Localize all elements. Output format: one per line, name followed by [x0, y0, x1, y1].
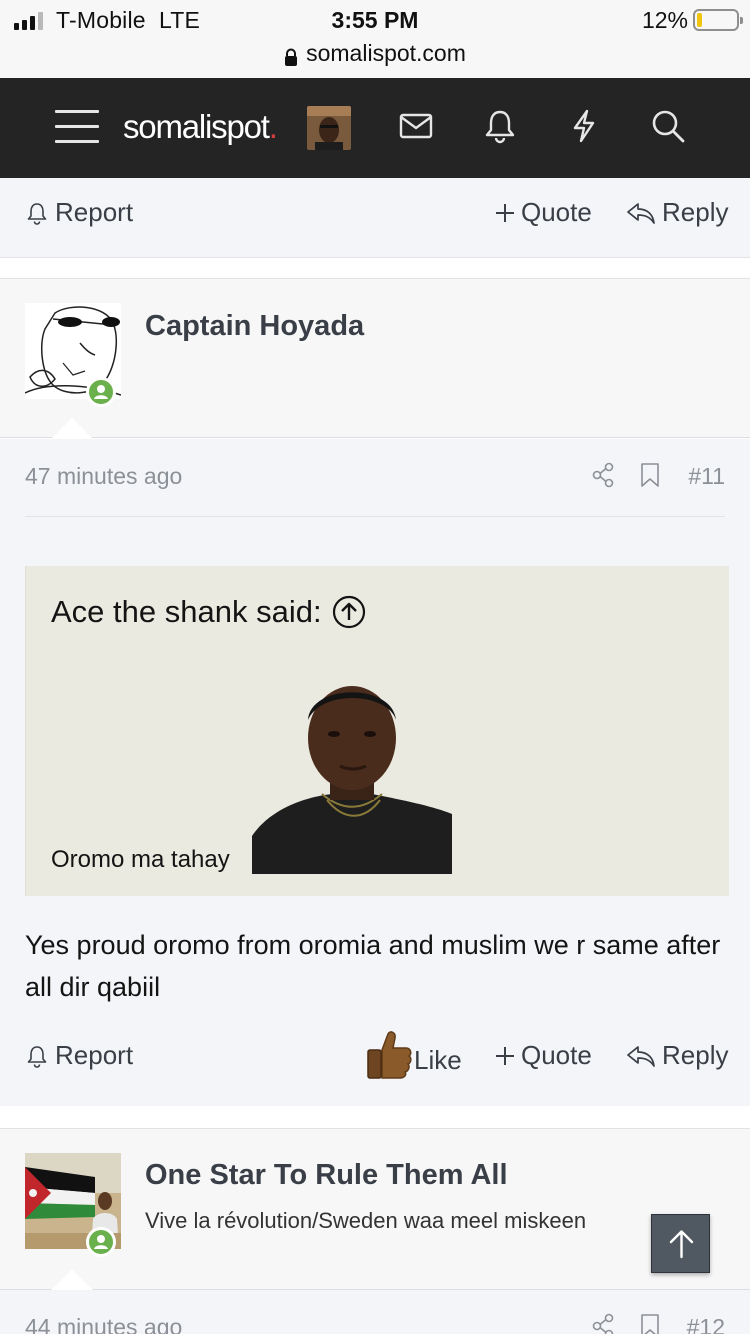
post-timestamp[interactable]: 47 minutes ago	[25, 463, 182, 490]
quote-text: Oromo ma tahay	[51, 846, 230, 873]
post-number[interactable]: #11	[688, 463, 725, 490]
battery-percent: 12%	[641, 7, 688, 33]
like-button[interactable]: Like	[366, 1028, 462, 1080]
status-bar: T-Mobile LTE 3:55 PM 12% somalispot.com	[0, 0, 750, 78]
post-message: Yes proud oromo from oromia and muslim w…	[25, 930, 721, 1002]
quote-block: Ace the shank said: Oromo ma tahay	[25, 566, 729, 896]
arrow-up-circle-icon[interactable]	[332, 595, 366, 629]
arrow-up-icon	[669, 1230, 694, 1259]
thumbs-up-icon	[367, 1031, 412, 1079]
online-status-icon	[86, 377, 116, 407]
report-button[interactable]: Report	[25, 1040, 133, 1071]
post-meta: 44 minutes ago #12	[0, 1290, 750, 1334]
battery-icon	[693, 9, 743, 31]
reply-button[interactable]: Reply	[626, 197, 728, 228]
user-title: Vive la révolution/Sweden waa meel miske…	[145, 1208, 587, 1233]
menu-icon[interactable]	[55, 110, 99, 144]
avatar[interactable]	[307, 106, 351, 150]
post-meta: 47 minutes ago #11	[25, 461, 725, 497]
site-logo[interactable]: somalispot.	[123, 108, 278, 146]
bell-icon	[27, 202, 47, 225]
scroll-to-top-button[interactable]	[651, 1214, 710, 1273]
url-text: somalispot.com	[306, 40, 466, 66]
bell-icon	[27, 1045, 47, 1068]
post-number[interactable]: #12	[687, 1314, 725, 1334]
post-user-block: One Star To Rule Them All Vive la révolu…	[0, 1128, 750, 1290]
post-body: 47 minutes ago #11 Ace the shank said: O…	[0, 439, 750, 1106]
report-button[interactable]: Report	[25, 197, 133, 228]
quoted-photo	[252, 676, 452, 874]
previous-post-footer: Report Quote Reply	[0, 178, 750, 258]
search-icon[interactable]	[650, 108, 686, 144]
plus-icon	[496, 203, 514, 222]
reply-icon	[627, 202, 655, 224]
post-actions: Report Like Quote Reply	[0, 1031, 750, 1080]
lock-icon	[284, 45, 298, 66]
post-username[interactable]: Captain Hoyada	[145, 310, 364, 343]
bookmark-icon[interactable]	[639, 461, 661, 489]
post-user-block: Captain Hoyada	[0, 278, 750, 439]
share-icon[interactable]	[591, 461, 615, 489]
online-status-icon	[86, 1227, 116, 1257]
post-timestamp[interactable]: 44 minutes ago	[25, 1314, 182, 1334]
lightning-icon[interactable]	[566, 108, 602, 144]
quote-button[interactable]: Quote	[495, 1040, 592, 1071]
url-bar[interactable]: somalispot.com	[0, 40, 750, 67]
bell-icon[interactable]	[482, 108, 518, 144]
bookmark-icon[interactable]	[639, 1312, 661, 1334]
inbox-icon[interactable]	[398, 108, 434, 144]
post-username[interactable]: One Star To Rule Them All	[145, 1159, 508, 1192]
quote-button[interactable]: Quote	[495, 197, 592, 228]
quote-attribution[interactable]: Ace the shank said:	[51, 594, 366, 630]
plus-icon	[496, 1046, 514, 1065]
share-icon[interactable]	[591, 1312, 615, 1334]
reply-icon	[627, 1045, 655, 1067]
clock: 3:55 PM	[331, 7, 419, 33]
app-header: somalispot.	[0, 78, 750, 178]
reply-button[interactable]: Reply	[626, 1040, 728, 1071]
